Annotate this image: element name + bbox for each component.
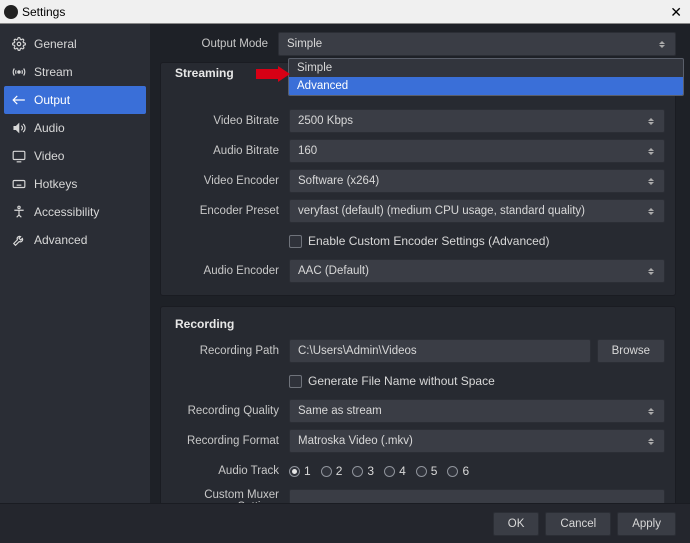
window-title: Settings (22, 5, 65, 19)
encoder-preset-select[interactable]: veryfast (default) (medium CPU usage, st… (289, 199, 665, 223)
output-mode-label: Output Mode (160, 38, 278, 50)
encoder-preset-label: Encoder Preset (171, 205, 289, 217)
recording-path-input[interactable]: C:\Users\Admin\Videos (289, 339, 591, 363)
muxer-input[interactable] (289, 489, 665, 503)
audio-track-radios: 1 2 3 4 5 6 (289, 464, 665, 478)
audio-track-radio-4[interactable]: 4 (384, 464, 406, 478)
dropdown-option-advanced[interactable]: Advanced (289, 77, 683, 95)
antenna-icon (12, 65, 26, 79)
audio-bitrate-label: Audio Bitrate (171, 145, 289, 157)
muxer-label: Custom Muxer Settings (171, 489, 289, 503)
sidebar-item-label: General (34, 37, 77, 51)
video-bitrate-label: Video Bitrate (171, 115, 289, 127)
gen-filename-checkbox[interactable] (289, 375, 302, 388)
sidebar-item-label: Audio (34, 121, 65, 135)
recording-title: Recording (171, 317, 665, 331)
sidebar-item-accessibility[interactable]: Accessibility (0, 198, 150, 226)
chevron-updown-icon (648, 200, 658, 222)
enable-custom-encoder-label: Enable Custom Encoder Settings (Advanced… (308, 234, 549, 248)
sidebar-item-label: Accessibility (34, 205, 99, 219)
recording-quality-select[interactable]: Same as stream (289, 399, 665, 423)
accessibility-icon (12, 205, 26, 219)
audio-track-radio-3[interactable]: 3 (352, 464, 374, 478)
tools-icon (12, 233, 26, 247)
sidebar-item-audio[interactable]: Audio (0, 114, 150, 142)
sidebar-item-advanced[interactable]: Advanced (0, 226, 150, 254)
sidebar-item-output[interactable]: Output (4, 86, 146, 114)
audio-track-radio-5[interactable]: 5 (416, 464, 438, 478)
audio-encoder-label: Audio Encoder (171, 265, 289, 277)
enable-custom-encoder-checkbox[interactable] (289, 235, 302, 248)
titlebar: Settings ✕ (0, 0, 690, 24)
sidebar: General Stream Output Audio Video Hotkey… (0, 24, 150, 503)
audio-track-radio-6[interactable]: 6 (447, 464, 469, 478)
chevron-updown-icon (648, 430, 658, 452)
recording-format-label: Recording Format (171, 435, 289, 447)
sidebar-item-label: Advanced (34, 233, 87, 247)
recording-path-label: Recording Path (171, 345, 289, 357)
output-mode-dropdown[interactable]: Simple Advanced (288, 58, 684, 96)
gear-icon (12, 37, 26, 51)
monitor-icon (12, 149, 26, 163)
recording-section: Recording Recording Path C:\Users\Admin\… (160, 306, 676, 503)
gen-filename-label: Generate File Name without Space (308, 374, 495, 388)
audio-track-label: Audio Track (171, 465, 289, 477)
output-mode-select[interactable]: Simple (278, 32, 676, 56)
ok-button[interactable]: OK (493, 512, 540, 536)
apply-button[interactable]: Apply (617, 512, 676, 536)
sidebar-item-hotkeys[interactable]: Hotkeys (0, 170, 150, 198)
footer: OK Cancel Apply (0, 503, 690, 543)
chevron-updown-icon (648, 400, 658, 422)
sidebar-item-label: Video (34, 149, 64, 163)
output-icon (12, 93, 26, 107)
audio-encoder-select[interactable]: AAC (Default) (289, 259, 665, 283)
chevron-updown-icon (648, 260, 658, 282)
streaming-title: Streaming (171, 66, 244, 80)
chevron-updown-icon (648, 140, 658, 162)
recording-quality-label: Recording Quality (171, 405, 289, 417)
audio-bitrate-select[interactable]: 160 (289, 139, 665, 163)
sidebar-item-label: Hotkeys (34, 177, 77, 191)
browse-button[interactable]: Browse (597, 339, 665, 363)
video-encoder-select[interactable]: Software (x264) (289, 169, 665, 193)
recording-format-select[interactable]: Matroska Video (.mkv) (289, 429, 665, 453)
speaker-icon (12, 121, 26, 135)
sidebar-item-label: Stream (34, 65, 73, 79)
chevron-updown-icon (648, 170, 658, 192)
chevron-updown-icon (659, 33, 669, 55)
cancel-button[interactable]: Cancel (545, 512, 611, 536)
spinner-icon (648, 110, 658, 132)
dropdown-option-simple[interactable]: Simple (289, 59, 683, 77)
sidebar-item-video[interactable]: Video (0, 142, 150, 170)
app-icon (4, 5, 18, 19)
audio-track-radio-2[interactable]: 2 (321, 464, 343, 478)
close-icon[interactable]: ✕ (666, 5, 686, 19)
keyboard-icon (12, 177, 26, 191)
content: Output Mode Simple Simple Advanced Strea… (150, 24, 690, 503)
video-bitrate-input[interactable]: 2500 Kbps (289, 109, 665, 133)
sidebar-item-label: Output (34, 93, 70, 107)
sidebar-item-stream[interactable]: Stream (0, 58, 150, 86)
audio-track-radio-1[interactable]: 1 (289, 464, 311, 478)
sidebar-item-general[interactable]: General (0, 30, 150, 58)
streaming-section: Streaming Video Bitrate 2500 Kbps Audio … (160, 62, 676, 296)
video-encoder-label: Video Encoder (171, 175, 289, 187)
